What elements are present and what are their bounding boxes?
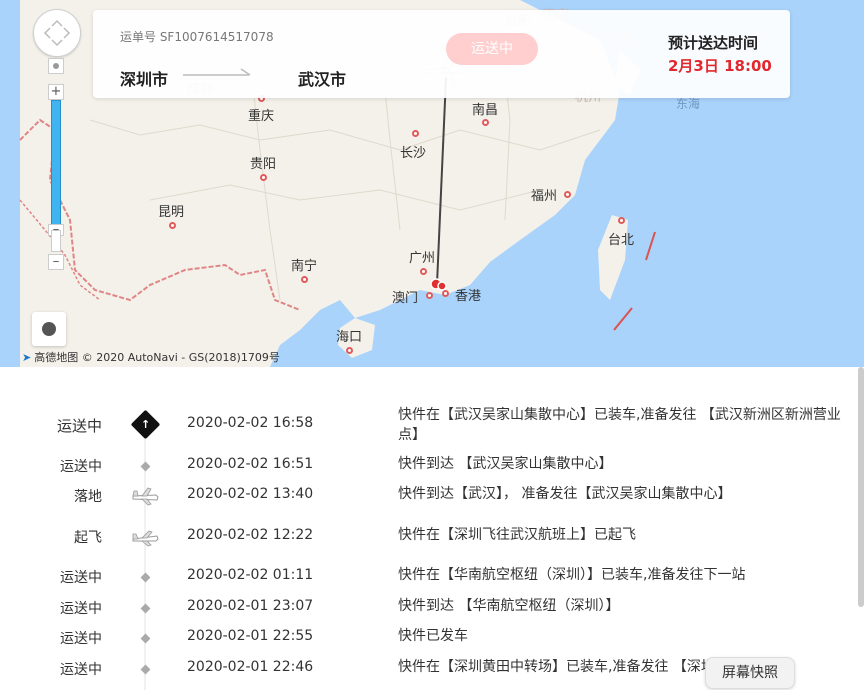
screenshot-button[interactable]: 屏幕快照 xyxy=(705,657,795,689)
map-zoom-reset-button[interactable] xyxy=(48,58,64,74)
row-status: 起飞 xyxy=(74,530,102,546)
map-city-nanning: 南宁 xyxy=(291,259,317,283)
row-status: 运送中 xyxy=(60,662,102,678)
map-view[interactable]: 合肥 南京 上海 成都 杭州 东海 重庆 南昌 长沙 贵阳 福州 昆明 台北 南… xyxy=(0,0,864,367)
row-description: 快件在【华南航空枢纽（深圳）】已装车,准备发往下一站 xyxy=(398,567,746,583)
current-diamond-icon: ↑ xyxy=(130,409,160,439)
locate-button[interactable] xyxy=(32,312,66,346)
row-time: 2020-02-01 23:07 xyxy=(187,598,314,614)
row-description: 快件到达【武汉】， 准备发往【武汉吴家山集散中心】 xyxy=(398,486,732,502)
dot-icon xyxy=(130,456,160,476)
pan-arrows-icon xyxy=(43,19,71,47)
map-city-nanchang: 南昌 xyxy=(472,103,498,126)
destination-city: 武汉市 xyxy=(298,70,347,89)
row-status: 运送中 xyxy=(60,570,102,586)
row-description: 快件到达 【武汉吴家山集散中心】 xyxy=(398,456,613,472)
zoom-in-button[interactable]: + xyxy=(48,84,64,100)
map-city-xianggang: 香港 xyxy=(442,289,481,305)
amap-logo-icon: ➤ xyxy=(22,351,32,364)
row-status: 运送中 xyxy=(60,631,102,647)
zoom-slider-track[interactable] xyxy=(51,100,61,230)
zoom-out-button[interactable]: – xyxy=(48,254,64,270)
map-label-donghai: 东海 xyxy=(676,97,701,111)
row-status: 运送中 xyxy=(60,601,102,617)
map-city-haikou: 海口 xyxy=(336,330,362,354)
row-time: 2020-02-02 01:11 xyxy=(187,567,314,583)
map-city-kunming: 昆明 xyxy=(158,205,184,229)
map-pan-control[interactable] xyxy=(33,9,81,57)
dot-icon xyxy=(130,628,160,648)
status-badge: 运送中 xyxy=(446,33,538,65)
row-time: 2020-02-02 16:58 xyxy=(187,415,314,431)
row-description: 快件已发车 xyxy=(398,628,468,644)
route-start-marker xyxy=(430,278,447,291)
row-status: 落地 xyxy=(74,489,102,505)
origin-city: 深圳市 xyxy=(120,70,169,89)
row-time: 2020-02-02 16:51 xyxy=(187,456,314,472)
dot-icon xyxy=(130,598,160,618)
map-city-guiyang: 贵阳 xyxy=(250,157,276,181)
row-status: 运送中 xyxy=(60,459,102,475)
dot-icon xyxy=(130,567,160,587)
map-city-chongqing: 重庆 xyxy=(248,95,274,125)
plane-takeoff-icon xyxy=(130,527,160,547)
map-city-changsha: 长沙 xyxy=(400,130,426,162)
dot-icon xyxy=(130,659,160,679)
row-status: 运送中 xyxy=(56,417,102,435)
eta-value: 2月3日 18:00 xyxy=(668,57,772,75)
plane-landing-icon xyxy=(130,486,160,506)
row-time: 2020-02-01 22:46 xyxy=(187,659,314,675)
route-arrow-icon xyxy=(183,68,251,76)
row-time: 2020-02-02 13:40 xyxy=(187,486,314,502)
row-description: 快件在【武汉吴家山集散中心】已装车,准备发往 【武汉新洲区新洲营业点】 xyxy=(398,407,841,443)
map-city-guangzhou: 广州 xyxy=(409,251,435,275)
row-description: 快件到达 【华南航空枢纽（深圳）】 xyxy=(398,598,620,614)
row-time: 2020-02-01 22:55 xyxy=(187,628,314,644)
row-time: 2020-02-02 12:22 xyxy=(187,527,314,543)
copyright-text: © 2020 AutoNavi - GS(2018)1709号 xyxy=(81,351,280,364)
row-description: 快件在【深圳飞往武汉航班上】已起飞 xyxy=(398,527,636,543)
zoom-slider-lower[interactable] xyxy=(51,230,61,252)
eta-label: 预计送达时间 xyxy=(668,34,759,52)
shipment-card: 运单号 SF1007614517078 深圳市 武汉市 预计送达时间 2月3日 … xyxy=(93,10,790,98)
map-attribution: ➤ 高德地图 © 2020 AutoNavi - GS(2018)1709号 xyxy=(22,349,280,365)
map-city-taibei: 台北 xyxy=(608,217,634,249)
waybill-number: 运单号 SF1007614517078 xyxy=(120,30,274,44)
map-city-aomen: 澳门 xyxy=(392,291,433,307)
page-scrollbar[interactable] xyxy=(858,367,864,607)
amap-logo-text: 高德地图 xyxy=(34,351,79,364)
tracking-timeline: 运送中 ↑ 2020-02-02 16:58 快件在【武汉吴家山集散中心】已装车… xyxy=(0,367,864,690)
map-city-fuzhou: 福州 xyxy=(531,189,571,205)
